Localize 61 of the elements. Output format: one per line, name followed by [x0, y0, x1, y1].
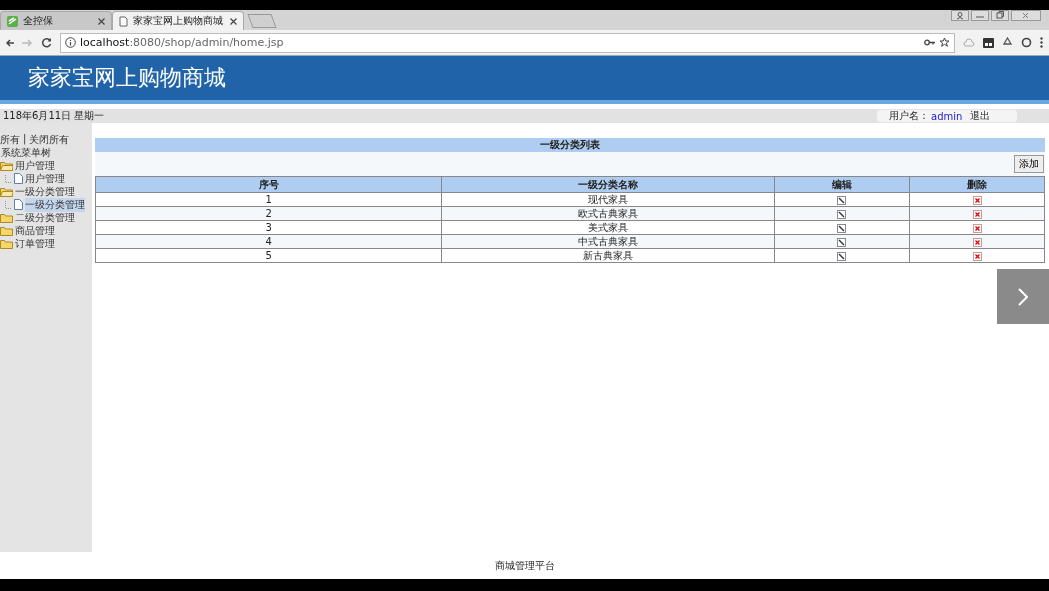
tree-item[interactable]: 用户管理	[25, 171, 65, 186]
table-cell: 2	[95, 206, 442, 221]
edit-icon[interactable]	[837, 209, 847, 219]
star-icon[interactable]	[939, 37, 950, 48]
edit-icon[interactable]	[837, 223, 847, 233]
extension-icon[interactable]	[983, 37, 994, 48]
user-name-link[interactable]: admin	[931, 110, 963, 122]
delete-icon[interactable]	[972, 223, 982, 233]
chevron-right-icon	[1018, 287, 1028, 306]
collapse-all-link[interactable]: 关闭所有	[29, 133, 70, 146]
back-icon[interactable]	[6, 37, 14, 48]
ring-icon[interactable]	[1021, 37, 1032, 48]
close-icon[interactable]	[230, 17, 237, 25]
tree-item[interactable]: 一级分类管理	[25, 197, 85, 212]
restore-icon[interactable]	[991, 10, 1009, 21]
table-cell: 欧式古典家具	[441, 206, 774, 221]
column-header: 删除	[909, 176, 1045, 193]
close-icon[interactable]	[98, 17, 105, 25]
leaf-logo-icon	[7, 15, 18, 27]
logout-link[interactable]: 退出	[970, 109, 991, 123]
browser-tab[interactable]: 全控保	[0, 11, 112, 30]
tree-folder[interactable]: 商品管理	[15, 223, 55, 238]
page-icon	[14, 199, 23, 210]
browser-tab[interactable]: 家家宝网上购物商城	[112, 11, 244, 30]
page-icon	[14, 173, 23, 184]
tree-connector-icon	[5, 174, 12, 183]
page-icon	[119, 15, 128, 27]
reload-icon[interactable]	[41, 37, 52, 48]
address-bar[interactable]: localhost:8080/shop/admin/home.jsp	[60, 32, 955, 53]
tree-folder[interactable]: 用户管理	[15, 158, 55, 173]
table-cell: 4	[95, 234, 442, 249]
edit-icon[interactable]	[837, 251, 847, 261]
tree-folder[interactable]: 订单管理	[15, 236, 55, 251]
key-icon[interactable]	[924, 39, 935, 46]
user-label: 用户名：	[889, 109, 929, 123]
table-title: 一级分类列表	[95, 138, 1045, 152]
expand-all-link[interactable]: 所有	[0, 133, 20, 146]
column-header: 序号	[95, 176, 442, 193]
delete-icon[interactable]	[972, 209, 982, 219]
separator-text: |	[23, 133, 27, 146]
url-text: localhost:8080/shop/admin/home.jsp	[80, 36, 284, 49]
tree-connector-icon	[5, 200, 12, 209]
tree-title: 系统菜单树	[0, 146, 52, 159]
tree-folder[interactable]: 一级分类管理	[15, 184, 75, 199]
tree-folder[interactable]: 二级分类管理	[15, 210, 75, 225]
site-title: 家家宝网上购物商城	[28, 64, 226, 92]
menu-icon[interactable]	[1040, 37, 1043, 48]
add-button[interactable]: 添加	[1014, 155, 1044, 173]
footer-text: 商城管理平台	[493, 559, 556, 573]
info-icon[interactable]	[65, 37, 76, 48]
close-window-icon[interactable]	[1011, 10, 1041, 21]
delete-icon[interactable]	[972, 237, 982, 247]
edit-icon[interactable]	[837, 195, 847, 205]
date-text: 118年6月11日 星期一	[3, 109, 105, 123]
delete-icon[interactable]	[972, 251, 982, 261]
table-cell: 中式古典家具	[441, 234, 774, 249]
column-header: 一级分类名称	[441, 176, 774, 193]
delete-icon[interactable]	[972, 195, 982, 205]
user-icon[interactable]	[951, 10, 969, 21]
edit-icon[interactable]	[837, 237, 847, 247]
column-header: 编辑	[774, 176, 910, 193]
